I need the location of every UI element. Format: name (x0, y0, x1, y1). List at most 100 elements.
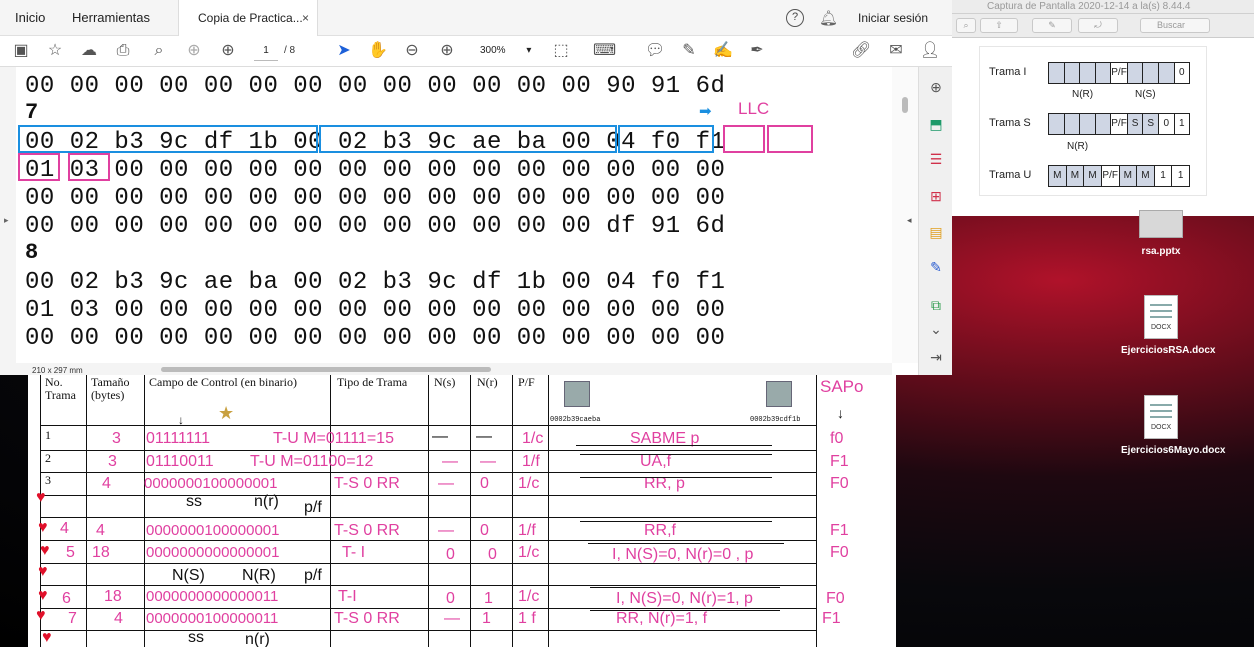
rotate-icon[interactable]: ⤾ (1078, 18, 1118, 33)
row-ctrl: 01110011 (146, 453, 214, 470)
hex-line: 01 03 00 00 00 00 00 00 00 00 00 00 00 0… (25, 157, 726, 184)
next-page-icon[interactable]: ⊕ (218, 41, 238, 61)
right-tools-panel: ◂ ⊕ ⬒ ☰ ⊞ ▤ ✎ ⧉ ⌄ ⇥ (907, 67, 952, 375)
select-cursor-icon[interactable]: ➤ (334, 41, 354, 61)
share-icon[interactable]: ⇧ (980, 18, 1018, 33)
ssap-highlight (767, 125, 813, 153)
zoom-select[interactable]: 300% ▾ (476, 41, 534, 61)
row-ns: — (442, 453, 458, 470)
row-nr: 1 (482, 610, 491, 627)
header-nr: N(r) (477, 375, 498, 389)
combine-files-icon[interactable]: ⧉ (926, 295, 946, 315)
viewer-search-input[interactable]: Buscar (1140, 18, 1210, 33)
expand-left-icon[interactable]: ▸ (4, 215, 9, 226)
row-num: 7 (68, 610, 77, 627)
llc-annotation: LLC (738, 99, 770, 118)
tab-tools[interactable]: Herramientas (72, 0, 150, 36)
export-pdf-icon[interactable]: ⬒ (926, 114, 946, 134)
close-tab-icon[interactable]: × (302, 0, 309, 36)
blue-arrow-icon: ➡ (699, 103, 712, 120)
table-border (40, 472, 816, 473)
organize-pages-icon[interactable]: ☰ (926, 149, 946, 169)
previous-page-icon[interactable]: ⊕ (184, 41, 204, 61)
desktop-file-ejerciciosrsa-docx[interactable]: EjerciciosRSA.docx (1121, 295, 1215, 357)
collapse-tools-icon[interactable]: ⇥ (926, 347, 946, 367)
draw-icon[interactable]: ✍ (713, 41, 733, 61)
horizontal-scrollbar[interactable] (16, 363, 892, 375)
desktop-file-label: rsa.pptx (1141, 246, 1181, 257)
arrow-right (576, 445, 772, 446)
left-panel-toggle[interactable]: ▸ (0, 67, 16, 375)
fit-page-icon[interactable]: ⬚ (551, 41, 571, 61)
hex-line: 00 00 00 00 00 00 00 00 00 00 00 00 00 0… (25, 185, 726, 212)
hand-tool-icon[interactable]: ✋ (368, 41, 388, 61)
more-tools-chevron-icon[interactable]: ⌄ (926, 319, 946, 339)
signin-button[interactable]: Iniciar sesión (858, 0, 928, 36)
frame-number: 7 (25, 100, 39, 125)
find-icon[interactable]: ⌕ (149, 41, 169, 61)
vertical-scrollbar[interactable] (892, 67, 918, 363)
row-ns: 0 (446, 546, 455, 563)
vertical-scroll-thumb[interactable] (902, 97, 908, 113)
row-type: T- I (342, 544, 366, 561)
tab-document[interactable]: Copia de Practica... × (178, 0, 318, 36)
table-border (40, 540, 816, 541)
row-type: T-S 0 RR (334, 610, 400, 627)
row-pf: 1/c (518, 588, 540, 605)
star-icon: ★ (218, 403, 235, 423)
keyboard-icon[interactable]: ⌨ (593, 41, 616, 61)
row-sap: F0 (830, 544, 849, 561)
table-border (428, 375, 429, 647)
zoom-tool-icon[interactable]: ⊕ (926, 77, 946, 97)
email-icon[interactable]: ✉ (886, 41, 906, 61)
frame-label-i: Trama I (989, 66, 1027, 78)
comment-icon[interactable]: 💬︎ (645, 41, 665, 61)
table-border (86, 375, 87, 647)
row-ctrl: 0000000000000011 (146, 588, 279, 605)
note-nr: n(r) (254, 493, 279, 510)
desktop-file-rsa-pptx[interactable]: rsa.pptx (1121, 210, 1201, 258)
desktop-file-label: EjerciciosRSA.docx (1121, 345, 1216, 356)
row-desc: RR,f (644, 522, 676, 539)
add-user-icon[interactable]: 👤︎ (920, 41, 940, 61)
row-nr: 1 (484, 590, 493, 607)
tab-home[interactable]: Inicio (15, 0, 45, 36)
comment-tool-icon[interactable]: ▤ (926, 222, 946, 242)
note-nr: n(r) (245, 631, 270, 647)
arrow-left (588, 543, 784, 544)
row-nr: 0 (480, 522, 489, 539)
bookmark-star-icon[interactable]: ☆ (45, 41, 65, 61)
markup-pen-icon[interactable]: ✎ (1032, 18, 1072, 33)
zoom-out-icon[interactable]: ⊖ (402, 41, 422, 61)
horizontal-scroll-thumb[interactable] (161, 367, 491, 372)
notifications-bell-icon[interactable]: 🔔︎ (819, 9, 838, 27)
save-icon[interactable]: ▣ (11, 41, 31, 61)
header-no-trama: No. Trama (45, 375, 76, 402)
screenshot-viewer-window: Captura de Pantalla 2020-12-14 a la(s) 8… (952, 0, 1254, 216)
page-number-input[interactable]: 1 (254, 41, 278, 61)
frame-format-figure: Trama I P/F 0 N(R) N(S) Trama S P/F S S 0 1 N… (979, 46, 1207, 196)
header-ns: N(s) (434, 375, 456, 389)
table-border (40, 450, 816, 451)
create-pdf-icon[interactable]: ⊞ (926, 186, 946, 206)
desktop-file-ejercicios6mayo-docx[interactable]: Ejercicios6Mayo.docx (1121, 395, 1226, 457)
row-pf: 1/c (518, 544, 540, 561)
zoom-icon[interactable]: ⌕ (956, 18, 976, 33)
arrow-right (590, 587, 780, 588)
edit-pdf-icon[interactable]: ✎ (926, 257, 946, 277)
highlight-pen-icon[interactable]: ✎ (679, 41, 699, 61)
viewer-title: Captura de Pantalla 2020-12-14 a la(s) 8… (952, 0, 1254, 14)
upload-cloud-icon[interactable]: ☁ (79, 41, 99, 61)
print-icon[interactable]: ⎙ (113, 41, 133, 61)
collapse-panel-icon[interactable]: ◂ (907, 215, 912, 226)
link-icon[interactable]: 🔗︎ (851, 41, 871, 61)
row-ctrl: 0000000100000011 (146, 610, 279, 627)
fill-sign-icon[interactable]: ✒ (747, 41, 767, 61)
row-sap: F1 (822, 610, 841, 627)
frame-label-s: Trama S (989, 117, 1031, 129)
row-sap: F1 (830, 453, 849, 470)
row-type: T-U M=01100=12 (250, 453, 374, 470)
zoom-in-icon[interactable]: ⊕ (437, 41, 457, 61)
help-icon[interactable]: ? (786, 9, 804, 27)
row-type: T-U M=01111=15 (273, 430, 394, 447)
